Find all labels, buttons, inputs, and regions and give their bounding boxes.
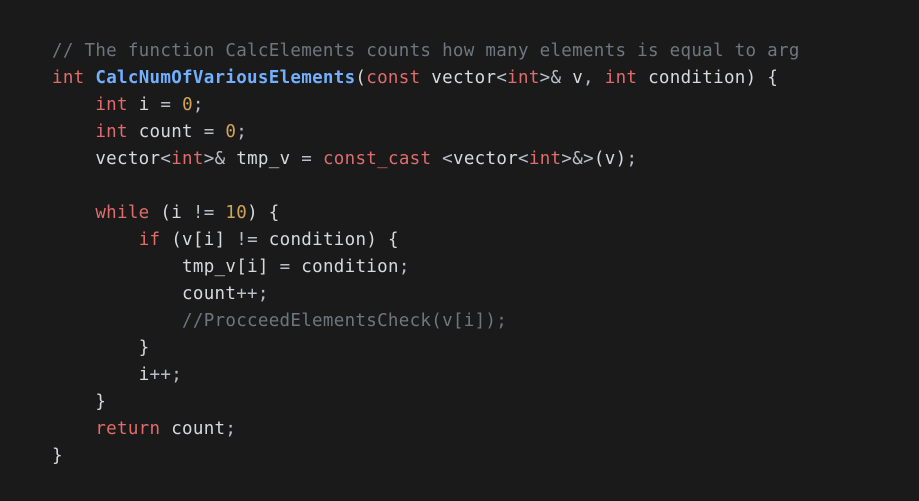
comma: , <box>583 68 594 88</box>
ident-i: i <box>139 365 150 385</box>
num-ten: 10 <box>225 203 247 223</box>
angle-close: > <box>540 68 551 88</box>
bracket-close: ] <box>258 257 269 277</box>
type-vector: vector <box>95 149 160 169</box>
ident-count: count <box>182 284 236 304</box>
semicolon: ; <box>171 365 182 385</box>
type-int: int <box>529 149 562 169</box>
comment-line: // The function CalcElements counts how … <box>52 41 800 61</box>
kw-if: if <box>139 230 161 250</box>
kw-int: int <box>95 122 128 142</box>
ident-i: i <box>204 230 215 250</box>
num-zero: 0 <box>182 95 193 115</box>
param-v: v <box>182 230 193 250</box>
kw-return: return <box>95 419 160 439</box>
paren-open: ( <box>171 230 182 250</box>
type-int: int <box>171 149 204 169</box>
type-int: int <box>507 68 540 88</box>
paren-close: ) <box>247 203 258 223</box>
angle-open: < <box>496 68 507 88</box>
semicolon: ; <box>258 284 269 304</box>
paren-open: ( <box>160 203 171 223</box>
op-eq: = <box>280 257 291 277</box>
ident-count: count <box>171 419 225 439</box>
paren-close: ) <box>616 149 627 169</box>
brace-close: } <box>95 392 106 412</box>
semicolon: ; <box>399 257 410 277</box>
op-eq: = <box>204 122 215 142</box>
brace-open: { <box>388 230 399 250</box>
ident-tmp-v: tmp_v <box>182 257 236 277</box>
kw-const: const <box>366 68 420 88</box>
angle-close: > <box>583 149 594 169</box>
op-eq: = <box>160 95 171 115</box>
param-v: v <box>572 68 583 88</box>
angle-open: < <box>518 149 529 169</box>
semicolon: ; <box>236 122 247 142</box>
semicolon: ; <box>193 95 204 115</box>
commented-call: //ProcceedElementsCheck(v[i]); <box>182 311 507 331</box>
brace-open: { <box>269 203 280 223</box>
ampersand: & <box>551 68 562 88</box>
param-condition: condition <box>648 68 746 88</box>
angle-open: < <box>160 149 171 169</box>
param-condition: condition <box>269 230 367 250</box>
code-block: // The function CalcElements counts how … <box>0 0 919 501</box>
ident-i: i <box>139 95 150 115</box>
op-ne: != <box>193 203 215 223</box>
bracket-open: [ <box>193 230 204 250</box>
angle-open: < <box>442 149 453 169</box>
param-v: v <box>605 149 616 169</box>
bracket-close: ] <box>215 230 226 250</box>
type-vector: vector <box>431 68 496 88</box>
paren-close: ) <box>366 230 377 250</box>
bracket-open: [ <box>236 257 247 277</box>
ampersand: & <box>572 149 583 169</box>
brace-close: } <box>139 338 150 358</box>
kw-const-cast: const_cast <box>323 149 431 169</box>
brace-close: } <box>52 446 63 466</box>
function-name: CalcNumOfVariousElements <box>95 68 355 88</box>
paren-open: ( <box>355 68 366 88</box>
paren-close: ) <box>746 68 757 88</box>
ident-i: i <box>171 203 182 223</box>
kw-int: int <box>52 68 85 88</box>
ampersand: & <box>215 149 226 169</box>
angle-close: > <box>204 149 215 169</box>
type-vector: vector <box>453 149 518 169</box>
kw-int: int <box>95 95 128 115</box>
ident-count: count <box>139 122 193 142</box>
op-plusplus: ++ <box>236 284 258 304</box>
paren-open: ( <box>594 149 605 169</box>
op-plusplus: ++ <box>150 365 172 385</box>
kw-int: int <box>605 68 638 88</box>
brace-open: { <box>767 68 778 88</box>
ident-tmp-v: tmp_v <box>236 149 290 169</box>
angle-close: > <box>561 149 572 169</box>
param-condition: condition <box>301 257 399 277</box>
num-zero: 0 <box>225 122 236 142</box>
semicolon: ; <box>626 149 637 169</box>
op-eq: = <box>301 149 312 169</box>
op-ne: != <box>236 230 258 250</box>
kw-while: while <box>95 203 149 223</box>
ident-i: i <box>247 257 258 277</box>
semicolon: ; <box>225 419 236 439</box>
